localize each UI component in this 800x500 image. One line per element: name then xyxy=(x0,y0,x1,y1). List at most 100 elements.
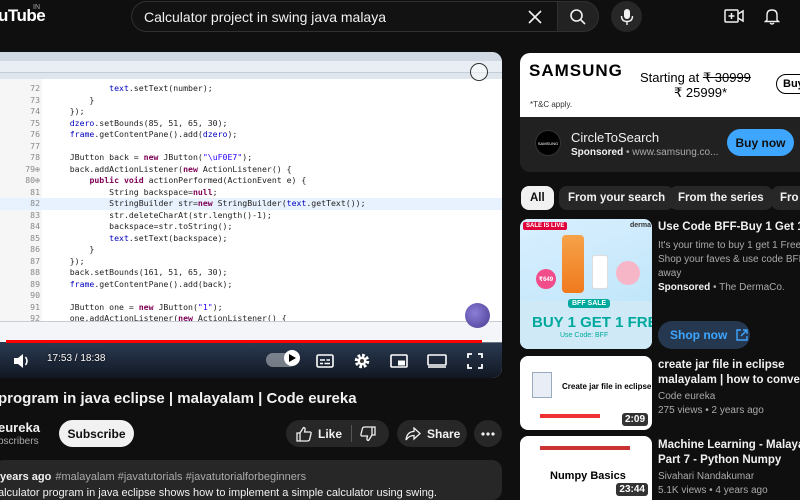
shop-now-label: Shop now xyxy=(670,328,728,342)
thumbnail-caption: Numpy Basics xyxy=(550,470,626,482)
video-title-jar[interactable]: create jar file in eclipse xyxy=(658,358,785,373)
product-tube xyxy=(562,235,584,293)
video-title-jar-line2[interactable]: malayalam | how to convert ja xyxy=(658,373,800,388)
video-thumbnail-numpy[interactable]: Numpy Basics 23:44 xyxy=(520,436,652,500)
sale-badge: SALE IS LIVE xyxy=(523,222,568,230)
fullscreen-icon[interactable] xyxy=(463,349,487,373)
code-token: ; xyxy=(212,186,218,197)
thumbs-up-icon xyxy=(296,426,312,442)
channel-name[interactable]: eureka xyxy=(0,420,40,435)
subscriber-count: bscribers xyxy=(0,436,39,447)
share-button[interactable]: Share xyxy=(397,420,467,447)
clear-search-icon[interactable] xyxy=(525,7,545,27)
chip-all[interactable]: All xyxy=(521,186,554,210)
subscribe-button[interactable]: Subscribe xyxy=(59,420,134,447)
line-number: 90 xyxy=(30,290,40,300)
notifications-button[interactable] xyxy=(760,4,784,28)
progress-bar[interactable] xyxy=(6,340,502,343)
code-token: "\uF0E7" xyxy=(202,152,243,162)
advertiser-avatar[interactable]: SAMSUNG xyxy=(535,130,561,156)
ad-price-line: Starting at ₹ 30999 xyxy=(640,70,751,86)
code-token: ActionListener() { xyxy=(197,163,292,174)
microphone-icon xyxy=(620,8,634,26)
info-icon[interactable] xyxy=(470,63,488,81)
code-line: 86 } xyxy=(0,244,502,256)
settings-gear-icon[interactable] xyxy=(350,349,374,373)
description-box[interactable]: years ago #malayalam #javatutorials #java… xyxy=(0,460,502,500)
chip-more[interactable]: Fro xyxy=(771,186,800,210)
line-number: 89 xyxy=(30,278,40,289)
code-token: dzero xyxy=(202,129,228,139)
theater-mode-icon[interactable] xyxy=(425,349,449,373)
dislike-button[interactable] xyxy=(356,423,380,445)
code-token: } xyxy=(50,94,95,105)
product-bottle xyxy=(592,255,608,289)
code-token: new xyxy=(183,163,198,174)
code-text: }); xyxy=(50,256,85,266)
code-text: }); xyxy=(50,106,85,116)
starting-at-label: Starting at xyxy=(640,70,703,85)
voice-search-button[interactable] xyxy=(611,1,642,32)
code-text: } xyxy=(50,244,94,254)
line-number: 91 xyxy=(30,301,40,312)
eclipse-menu-bar xyxy=(0,52,502,61)
code-line: 74 }); xyxy=(0,106,502,118)
product-jar xyxy=(616,261,640,285)
miniplayer-icon[interactable] xyxy=(387,349,411,373)
progress-bar-played xyxy=(6,340,483,343)
code-line: 90 xyxy=(0,290,502,302)
code-token: null xyxy=(192,186,213,197)
line-number: 85 xyxy=(30,232,40,243)
code-line: 82 StringBuilder str=new StringBuilder(t… xyxy=(0,198,502,210)
code-token: text xyxy=(109,83,129,93)
code-line: 77 xyxy=(0,141,502,153)
code-line: 79⊕ back.addActionListener(new ActionLis… xyxy=(0,164,502,176)
code-token: ); xyxy=(242,152,253,162)
video-title: program in java eclipse | malayalam | Co… xyxy=(0,390,357,407)
line-number: 75 xyxy=(30,117,40,128)
code-line: 85 text.setText(backspace); xyxy=(0,233,502,245)
sponsored-title[interactable]: Use Code BFF-Buy 1 Get 1 Fr xyxy=(658,220,800,235)
banner-buy-button[interactable]: Buy xyxy=(776,74,800,94)
create-button[interactable] xyxy=(722,5,746,27)
code-token: backspace=str.toString(); xyxy=(50,221,233,231)
code-token: JButton back = xyxy=(50,152,144,162)
volume-icon[interactable] xyxy=(10,349,34,373)
time-display: 17:53 / 18:38 xyxy=(47,353,105,364)
channel-name-jar[interactable]: Code eureka xyxy=(658,391,715,402)
video-title-numpy-line2[interactable]: Part 7 - Python Numpy xyxy=(658,453,781,468)
video-title-numpy[interactable]: Machine Learning - Malayala xyxy=(658,438,800,453)
code-token: public void xyxy=(89,175,144,185)
channel-name-numpy[interactable]: Sivahari Nandakumar xyxy=(658,471,754,482)
samsung-logo: SAMSUNG xyxy=(529,61,623,80)
shop-now-button[interactable]: Shop now xyxy=(658,321,750,349)
sponsored-label: Sponsored xyxy=(658,282,711,293)
sponsored-thumbnail[interactable]: SALE IS LIVE derma ₹649 BFF SALE BUY 1 G… xyxy=(520,219,652,349)
search-button[interactable] xyxy=(557,1,599,32)
search-input[interactable]: Calculator project in swing java malaya xyxy=(131,1,557,32)
code-line: 81 String backspace=null; xyxy=(0,187,502,199)
code-text: back.setBounds(161, 51, 65, 30); xyxy=(50,267,228,277)
line-number: 76 xyxy=(30,129,40,139)
code-text: frame.getContentPane().add(back); xyxy=(50,278,233,289)
chip-from-the-series[interactable]: From the series xyxy=(669,186,773,210)
video-thumbnail-jar[interactable]: Create jar file in eclipse 2:09 xyxy=(520,356,652,430)
subtitles-icon[interactable] xyxy=(313,349,337,373)
buy-now-button[interactable]: Buy now xyxy=(727,129,794,156)
line-number: 73 xyxy=(30,94,40,105)
code-token: new xyxy=(138,301,154,312)
chip-from-your-search[interactable]: From your search xyxy=(559,186,675,210)
code-token: .setText(backspace); xyxy=(128,232,228,243)
video-player[interactable]: 72 text.setText(number); 73 } 74 }); 75 dze… xyxy=(0,52,502,378)
ad-title[interactable]: CircleToSearch xyxy=(571,130,659,145)
like-button[interactable]: Like xyxy=(286,420,351,447)
code-token: .getContentPane().add(back); xyxy=(94,278,233,289)
code-token: "1" xyxy=(197,301,213,312)
hashtags[interactable]: #malayalam #javatutorials #javatutorialf… xyxy=(55,471,306,483)
code-token: dzero xyxy=(69,117,95,128)
price-sticker: ₹649 xyxy=(536,269,556,289)
code-token: JButton( xyxy=(158,152,203,162)
more-actions-button[interactable] xyxy=(474,420,502,447)
code-text: dzero.setBounds(85, 51, 65, 30); xyxy=(50,117,228,128)
